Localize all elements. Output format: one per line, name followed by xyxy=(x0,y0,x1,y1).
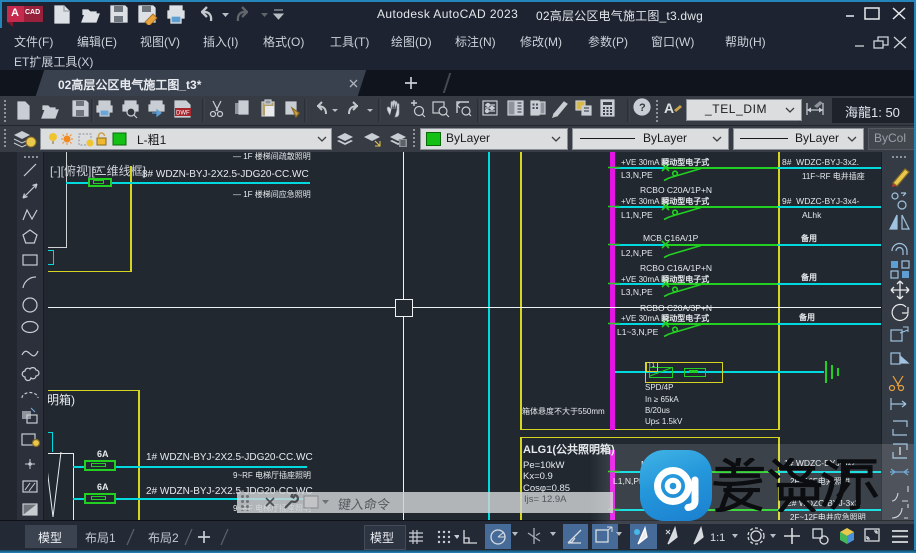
svg-text:?: ? xyxy=(639,102,646,114)
svg-text:A: A xyxy=(664,100,674,116)
svg-text:1:1: 1:1 xyxy=(710,532,725,544)
svg-text:DWF: DWF xyxy=(176,111,190,117)
